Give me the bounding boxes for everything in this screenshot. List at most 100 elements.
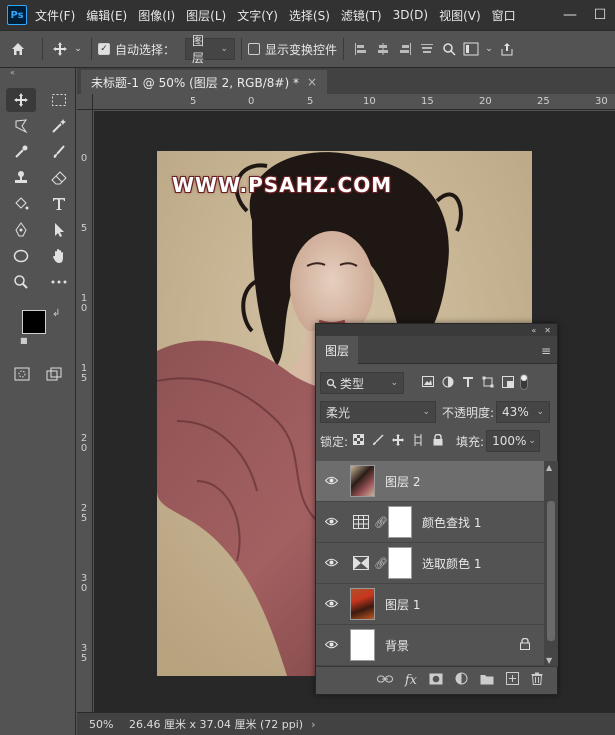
menu-layer[interactable]: 图层(L) [186, 7, 226, 24]
pen-tool-icon[interactable] [6, 218, 36, 242]
default-colors-icon[interactable]: ■ [20, 336, 28, 345]
layers-scrollbar[interactable]: ▲ ▼ [544, 461, 558, 667]
menu-select[interactable]: 选择(S) [289, 7, 330, 24]
eyedropper-tool-icon[interactable] [6, 140, 36, 164]
move-tool-icon[interactable] [6, 88, 36, 112]
fx-icon[interactable]: fx [405, 673, 417, 688]
filter-kind-dropdown[interactable]: 类型 ⌄ [320, 372, 404, 394]
menu-view[interactable]: 视图(V) [439, 7, 481, 24]
maximize-button[interactable]: ☐ [585, 0, 615, 30]
close-tab-icon[interactable]: × [307, 75, 317, 89]
align-top-icon[interactable] [416, 42, 438, 56]
align-right-icon[interactable] [394, 42, 416, 56]
scroll-up-icon[interactable]: ▲ [546, 463, 552, 472]
status-bar: 50% 26.46 厘米 x 37.04 厘米 (72 ppi) › [77, 712, 615, 735]
filter-pixel-icon[interactable] [418, 376, 438, 390]
menu-3d[interactable]: 3D(D) [393, 8, 428, 22]
new-group-icon[interactable] [480, 673, 494, 689]
eye-icon[interactable] [316, 474, 346, 488]
panel-menu-icon[interactable]: ≡ [541, 344, 551, 358]
eye-icon[interactable] [316, 597, 346, 611]
filter-toggle-icon[interactable] [518, 373, 530, 393]
eye-icon[interactable] [316, 556, 346, 570]
tab-layers[interactable]: 图层 [316, 336, 359, 364]
minimize-button[interactable]: — [555, 0, 585, 30]
ruler-origin[interactable] [77, 94, 93, 110]
lock-icon [520, 637, 530, 653]
menu-window[interactable]: 窗口 [492, 7, 516, 24]
foreground-color-swatch[interactable] [22, 310, 46, 334]
link-icon[interactable]: 🔗︎ [374, 516, 388, 529]
search-icon[interactable] [438, 42, 460, 56]
vertical-ruler[interactable]: 0 5 10 15 20 25 30 35 [77, 110, 93, 712]
new-layer-icon[interactable] [506, 672, 519, 689]
brush-tool-icon[interactable] [44, 140, 74, 164]
ellipse-tool-icon[interactable] [6, 244, 36, 268]
marquee-tool-icon[interactable] [44, 88, 74, 112]
filter-shape-icon[interactable] [478, 376, 498, 391]
menu-filter[interactable]: 滤镜(T) [341, 7, 382, 24]
status-menu-arrow[interactable]: › [311, 718, 315, 731]
chevron-down-icon[interactable]: ⌄ [71, 44, 85, 54]
lock-artboard-icon[interactable] [408, 433, 428, 449]
magic-wand-tool-icon[interactable] [44, 114, 74, 138]
layer-row-layer1[interactable]: 图层 1 [316, 584, 544, 625]
new-adjustment-layer-icon[interactable] [455, 672, 468, 689]
eye-icon[interactable] [316, 515, 346, 529]
trash-icon[interactable] [531, 672, 543, 689]
auto-select-checkbox[interactable]: ✓ [98, 43, 110, 55]
share-icon[interactable] [496, 42, 518, 56]
filter-type-icon[interactable] [458, 376, 478, 391]
swap-colors-icon[interactable]: ↲ [52, 308, 60, 319]
eye-icon[interactable] [316, 638, 346, 652]
close-panel-icon[interactable]: ✕ [544, 326, 551, 335]
scrollbar-thumb[interactable] [547, 501, 555, 641]
lock-all-icon[interactable] [428, 433, 448, 449]
layer-row-layer2[interactable]: 图层 2 [316, 461, 544, 502]
link-layers-icon[interactable] [376, 673, 393, 688]
paint-bucket-tool-icon[interactable] [6, 192, 36, 216]
stamp-tool-icon[interactable] [6, 166, 36, 190]
move-tool-icon[interactable] [49, 41, 71, 57]
scroll-down-icon[interactable]: ▼ [546, 656, 552, 665]
auto-select-target-dropdown[interactable]: 图层 ⌄ [185, 34, 236, 65]
align-left-icon[interactable] [350, 42, 372, 56]
layer-row-color-lookup[interactable]: 🔗︎ 颜色查找 1 [316, 502, 544, 543]
blend-mode-dropdown[interactable]: 柔光 ⌄ [320, 401, 436, 423]
screen-mode-icon[interactable] [44, 362, 64, 386]
filter-smart-object-icon[interactable] [498, 375, 518, 391]
fill-input[interactable]: 100% ⌄ [486, 430, 541, 452]
home-icon[interactable] [0, 41, 36, 57]
more-tools-icon[interactable] [44, 270, 74, 294]
lock-transparent-icon[interactable] [348, 434, 368, 448]
menu-type[interactable]: 文字(Y) [237, 7, 278, 24]
collapse-panel-icon[interactable]: « [531, 326, 536, 335]
add-mask-icon[interactable] [429, 673, 443, 689]
collapse-panel-icon[interactable]: « [0, 68, 75, 78]
menu-edit[interactable]: 编辑(E) [86, 7, 127, 24]
chevron-down-icon[interactable]: ⌄ [482, 44, 496, 54]
document-tab[interactable]: 未标题-1 @ 50% (图层 2, RGB/8#) * × [81, 70, 328, 94]
show-transform-checkbox[interactable] [248, 43, 261, 55]
zoom-tool-icon[interactable] [6, 270, 36, 294]
opacity-input[interactable]: 43% ⌄ [496, 401, 551, 423]
menu-image[interactable]: 图像(I) [138, 7, 175, 24]
ruler-label: 30 [80, 573, 88, 594]
path-selection-tool-icon[interactable] [44, 218, 74, 242]
menu-file[interactable]: 文件(F) [35, 7, 75, 24]
lasso-tool-icon[interactable] [6, 114, 36, 138]
quick-mask-icon[interactable] [12, 362, 32, 386]
lock-position-icon[interactable] [388, 433, 408, 449]
link-icon[interactable]: 🔗︎ [374, 557, 388, 570]
workspace-icon[interactable] [460, 42, 482, 56]
eraser-tool-icon[interactable] [44, 166, 74, 190]
zoom-level[interactable]: 50% [77, 718, 129, 731]
type-tool-icon[interactable] [44, 192, 74, 216]
hand-tool-icon[interactable] [44, 244, 74, 268]
align-center-icon[interactable] [372, 42, 394, 56]
lock-pixels-icon[interactable] [368, 433, 388, 449]
horizontal-ruler[interactable]: 5 0 5 10 15 20 25 30 [93, 94, 615, 110]
filter-adjustment-icon[interactable] [438, 376, 458, 391]
layer-row-selective-color[interactable]: 🔗︎ 选取颜色 1 [316, 543, 544, 584]
layer-row-background[interactable]: 背景 [316, 625, 544, 666]
